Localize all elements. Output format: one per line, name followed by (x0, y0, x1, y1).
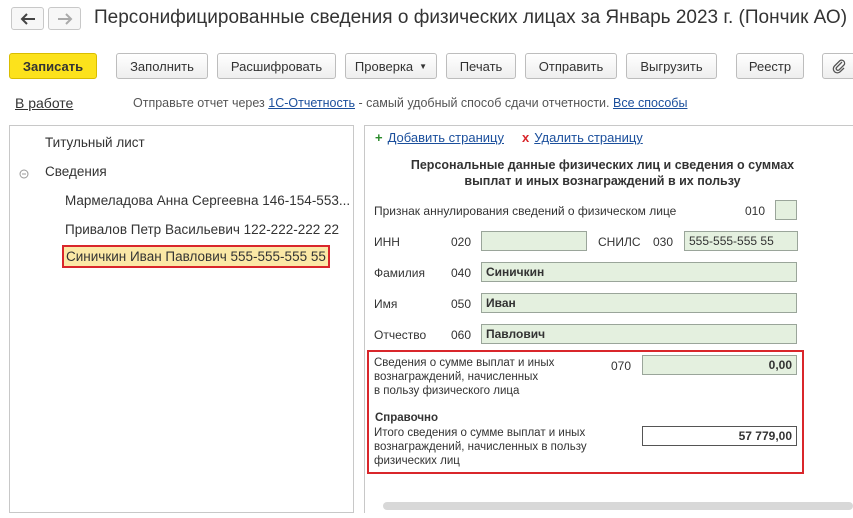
payments-label-line1: Сведения о сумме выплат и иных (374, 357, 555, 369)
forward-arrow-icon (57, 12, 72, 25)
paperclip-icon (832, 59, 846, 74)
export-button[interactable]: Выгрузить (626, 53, 717, 79)
horizontal-scrollbar[interactable] (383, 502, 853, 510)
delete-page-label: Удалить страницу (534, 130, 643, 145)
total-label: Итого сведения о сумме выплат и иных воз… (374, 426, 587, 468)
patronymic-field[interactable]: Павлович (481, 324, 797, 344)
cancel-sign-code: 010 (745, 204, 766, 218)
back-button[interactable] (11, 7, 44, 30)
collapse-icon[interactable] (19, 169, 29, 179)
sections-tree: Титульный лист Сведения Мармеладова Анна… (9, 125, 354, 513)
snils-code: 030 (653, 235, 674, 249)
plus-icon: + (375, 130, 383, 145)
delete-page-link[interactable]: x Удалить страницу (522, 130, 643, 145)
surname-field[interactable]: Синичкин (481, 262, 797, 282)
delete-x-icon: x (522, 130, 530, 145)
tree-item-person[interactable]: Мармеладова Анна Сергеевна 146-154-553..… (65, 193, 350, 208)
reference-title: Справочно (375, 412, 438, 424)
fill-button[interactable]: Заполнить (116, 53, 208, 79)
form-panel: + Добавить страницу x Удалить страницу Пер… (364, 125, 853, 513)
total-label-line3: физических лиц (374, 455, 460, 467)
back-arrow-icon (20, 12, 35, 25)
payments-label: Сведения о сумме выплат и иных вознаграж… (374, 356, 554, 398)
status-info-prefix: Отправьте отчет через (133, 96, 269, 110)
print-button[interactable]: Печать (446, 53, 516, 79)
add-page-label: Добавить страницу (387, 130, 504, 145)
form-heading: Персональные данные физических лиц и све… (365, 157, 840, 189)
patronymic-code: 060 (451, 328, 472, 342)
name-label: Имя (374, 297, 398, 311)
cancel-sign-label: Признак аннулирования сведений о физичес… (374, 204, 677, 218)
inn-label: ИНН (374, 235, 400, 249)
tree-item-person-selected[interactable]: Синичкин Иван Павлович 555-555-555 55 (62, 245, 330, 268)
tree-item-title-page[interactable]: Титульный лист (45, 135, 145, 150)
attach-button[interactable] (822, 53, 853, 79)
inn-code: 020 (451, 235, 472, 249)
surname-label: Фамилия (374, 266, 425, 280)
inn-field[interactable] (481, 231, 587, 251)
add-page-link[interactable]: + Добавить страницу (375, 130, 504, 145)
decode-button[interactable]: Расшифровать (217, 53, 336, 79)
status-info: Отправьте отчет через 1С-Отчетность - са… (133, 96, 687, 110)
tree-item-person[interactable]: Привалов Петр Васильевич 122-222-222 22 (65, 222, 339, 237)
snils-label: СНИЛС (598, 235, 641, 249)
payments-label-line2: вознаграждений, начисленных (374, 371, 539, 383)
chevron-down-icon: ▼ (419, 61, 428, 71)
total-field: 57 779,00 (642, 426, 797, 446)
payments-label-line3: в пользу физического лица (374, 385, 520, 397)
cancel-sign-checkbox[interactable] (775, 200, 797, 220)
surname-code: 040 (451, 266, 472, 280)
name-field[interactable]: Иван (481, 293, 797, 313)
reporting-link[interactable]: 1С-Отчетность (268, 96, 355, 110)
check-button-label: Проверка (354, 58, 414, 74)
patronymic-label: Отчество (374, 328, 427, 342)
check-button[interactable]: Проверка ▼ (345, 53, 437, 79)
all-ways-link[interactable]: Все способы (613, 96, 687, 110)
payments-code: 070 (611, 359, 632, 373)
snils-field[interactable]: 555-555-555 55 (684, 231, 798, 251)
tree-item-section[interactable]: Сведения (45, 164, 107, 179)
status-state-link[interactable]: В работе (15, 95, 73, 111)
status-info-middle: - самый удобный способ сдачи отчетности. (354, 96, 613, 110)
name-code: 050 (451, 297, 472, 311)
forward-button[interactable] (48, 7, 81, 30)
registry-button[interactable]: Реестр (736, 53, 804, 79)
total-label-line1: Итого сведения о сумме выплат и иных (374, 427, 586, 439)
total-label-line2: вознаграждений, начисленных в пользу (374, 441, 587, 453)
save-button[interactable]: Записать (9, 53, 97, 79)
send-button[interactable]: Отправить (525, 53, 617, 79)
window-title: Персонифицированные сведения о физически… (94, 7, 848, 28)
form-heading-line2: выплат и иных вознаграждений в их пользу (464, 174, 741, 188)
form-heading-line1: Персональные данные физических лиц и све… (410, 158, 795, 172)
payments-field[interactable]: 0,00 (642, 355, 797, 375)
